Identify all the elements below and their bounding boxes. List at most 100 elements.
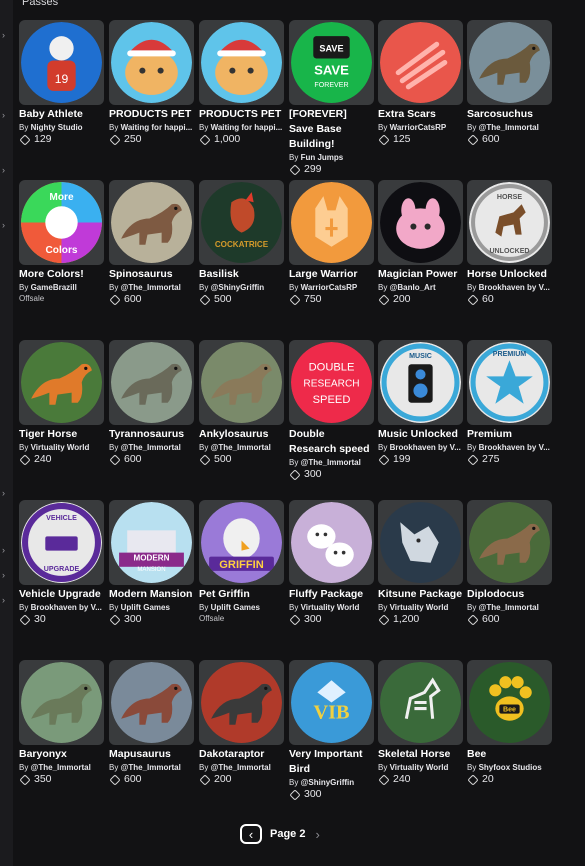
pass-name[interactable]: Baby Athlete (19, 107, 104, 122)
pass-creator[interactable]: By @ShinyGriffin (199, 282, 284, 293)
pass-thumbnail[interactable] (467, 500, 552, 585)
chevron-right-icon[interactable]: › (2, 595, 10, 605)
pass-creator[interactable]: By Virtuality World (378, 602, 463, 613)
pass-name[interactable]: Bee (467, 747, 552, 762)
creator-name[interactable]: Brookhaven by V... (479, 443, 550, 452)
pass-thumbnail[interactable]: Bee (467, 660, 552, 745)
pass-card[interactable]: GRIFFIN Pet Griffin By Uplift Games Offsale (199, 500, 284, 624)
pass-thumbnail[interactable]: GRIFFIN (199, 500, 284, 585)
pass-name[interactable]: Diplodocus (467, 587, 552, 602)
pass-creator[interactable]: By @The_Immortal (467, 122, 552, 133)
pass-thumbnail[interactable] (378, 500, 463, 585)
pass-name[interactable]: PRODUCTS PET (109, 107, 194, 122)
pass-creator[interactable]: By @ShinyGriffin (289, 777, 374, 788)
pass-thumbnail[interactable] (109, 20, 194, 105)
creator-name[interactable]: GameBrazill (31, 283, 77, 292)
pass-name[interactable]: Mapusaurus (109, 747, 194, 762)
pass-card[interactable]: PRODUCTS PET By Waiting for happi... 1,000 (199, 20, 284, 146)
pass-card[interactable]: MUSIC Music Unlocked By Brookhaven by V...… (378, 340, 463, 466)
pass-card[interactable]: Large Warrior By WarriorCatsRP 750 (289, 180, 374, 306)
pass-thumbnail[interactable] (289, 500, 374, 585)
pass-creator[interactable]: By Uplift Games (109, 602, 194, 613)
pass-thumbnail[interactable] (378, 20, 463, 105)
pass-creator[interactable]: By Brookhaven by V... (467, 282, 552, 293)
pass-thumbnail[interactable]: DOUBLE RESEARCH SPEED (289, 340, 374, 425)
pass-creator[interactable]: By Shyfoox Studios (467, 762, 552, 773)
pass-card[interactable]: HORSE UNLOCKED Horse Unlocked By Brookhaven… (467, 180, 552, 306)
chevron-right-icon[interactable]: › (2, 30, 10, 40)
chevron-right-icon[interactable]: › (2, 570, 10, 580)
pass-card[interactable]: More Colors More Colors! By GameBrazill Offs… (19, 180, 104, 304)
pass-name[interactable]: More Colors! (19, 267, 104, 282)
pass-name[interactable]: Dakotaraptor (199, 747, 284, 762)
pass-name[interactable]: PRODUCTS PET (199, 107, 284, 122)
pass-card[interactable]: PRODUCTS PET By Waiting for happi... 250 (109, 20, 194, 146)
chevron-left-icon[interactable]: ‹ (240, 824, 262, 844)
creator-name[interactable]: @The_Immortal (31, 763, 91, 772)
chevron-right-icon[interactable]: › (2, 220, 10, 230)
pass-card[interactable]: Magician Power By @Banlo_Art 200 (378, 180, 463, 306)
pass-creator[interactable]: By Uplift Games (199, 602, 284, 613)
pass-name[interactable]: Premium (467, 427, 552, 442)
creator-name[interactable]: Virtuality World (390, 763, 449, 772)
pass-name[interactable]: Sarcosuchus (467, 107, 552, 122)
creator-name[interactable]: Waiting for happi... (211, 123, 283, 132)
pass-creator[interactable]: By @Banlo_Art (378, 282, 463, 293)
pass-creator[interactable]: By Virtuality World (289, 602, 374, 613)
pass-thumbnail[interactable] (199, 20, 284, 105)
pass-name[interactable]: Baryonyx (19, 747, 104, 762)
pass-card[interactable]: Spinosaurus By @The_Immortal 600 (109, 180, 194, 306)
chevron-right-icon[interactable]: › (315, 827, 319, 842)
pass-thumbnail[interactable] (19, 660, 104, 745)
creator-name[interactable]: Uplift Games (121, 603, 170, 612)
pass-thumbnail[interactable]: HORSE UNLOCKED (467, 180, 552, 265)
creator-name[interactable]: Shyfoox Studios (479, 763, 542, 772)
creator-name[interactable]: Brookhaven by V... (390, 443, 461, 452)
pass-creator[interactable]: By WarriorCatsRP (378, 122, 463, 133)
pass-card[interactable]: Fluffy Package By Virtuality World 300 (289, 500, 374, 626)
chevron-right-icon[interactable]: › (2, 110, 10, 120)
pass-card[interactable]: Baryonyx By @The_Immortal 350 (19, 660, 104, 786)
pass-thumbnail[interactable] (378, 180, 463, 265)
pass-card[interactable]: Bee Bee By Shyfoox Studios 20 (467, 660, 552, 786)
pass-creator[interactable]: By Virtuality World (19, 442, 104, 453)
pass-thumbnail[interactable] (199, 340, 284, 425)
pass-thumbnail[interactable] (109, 660, 194, 745)
pass-creator[interactable]: By Waiting for happi... (109, 122, 194, 133)
pass-thumbnail[interactable]: More Colors (19, 180, 104, 265)
pass-card[interactable]: PREMIUM Premium By Brookhaven by V... 275 (467, 340, 552, 466)
creator-name[interactable]: @The_Immortal (479, 603, 539, 612)
creator-name[interactable]: @The_Immortal (121, 763, 181, 772)
pass-thumbnail[interactable]: PREMIUM (467, 340, 552, 425)
pass-thumbnail[interactable]: VEHICLE UPGRADE (19, 500, 104, 585)
pass-card[interactable]: Skeletal Horse By Virtuality World 240 (378, 660, 463, 786)
chevron-right-icon[interactable]: › (2, 488, 10, 498)
pass-creator[interactable]: By Virtuality World (378, 762, 463, 773)
pass-name[interactable]: Ankylosaurus (199, 427, 284, 442)
pass-creator[interactable]: By Fun Jumps (289, 152, 374, 163)
pass-card[interactable]: COCKATRICE Basilisk By @ShinyGriffin 500 (199, 180, 284, 306)
pass-name[interactable]: Horse Unlocked (467, 267, 552, 282)
pass-card[interactable]: Sarcosuchus By @The_Immortal 600 (467, 20, 552, 146)
pass-creator[interactable]: By WarriorCatsRP (289, 282, 374, 293)
pass-creator[interactable]: By @The_Immortal (19, 762, 104, 773)
pass-thumbnail[interactable] (378, 660, 463, 745)
pass-name[interactable]: Music Unlocked (378, 427, 463, 442)
pass-creator[interactable]: By GameBrazill (19, 282, 104, 293)
pass-card[interactable]: Dakotaraptor By @The_Immortal 200 (199, 660, 284, 786)
pass-creator[interactable]: By @The_Immortal (109, 442, 194, 453)
pass-name[interactable]: Skeletal Horse (378, 747, 463, 762)
creator-name[interactable]: Virtuality World (31, 443, 90, 452)
creator-name[interactable]: @The_Immortal (121, 443, 181, 452)
creator-name[interactable]: @The_Immortal (301, 458, 361, 467)
pass-creator[interactable]: By @The_Immortal (467, 602, 552, 613)
pass-creator[interactable]: By Brookhaven by V... (378, 442, 463, 453)
creator-name[interactable]: @The_Immortal (479, 123, 539, 132)
pass-creator[interactable]: By Nighty Studio (19, 122, 104, 133)
creator-name[interactable]: Fun Jumps (301, 153, 344, 162)
creator-name[interactable]: @Banlo_Art (390, 283, 436, 292)
pass-card[interactable]: Ankylosaurus By @The_Immortal 500 (199, 340, 284, 466)
pass-thumbnail[interactable] (109, 180, 194, 265)
pass-card[interactable]: MODERN MANSION Modern Mansion By Uplift Gam… (109, 500, 194, 626)
pass-creator[interactable]: By Brookhaven by V... (467, 442, 552, 453)
